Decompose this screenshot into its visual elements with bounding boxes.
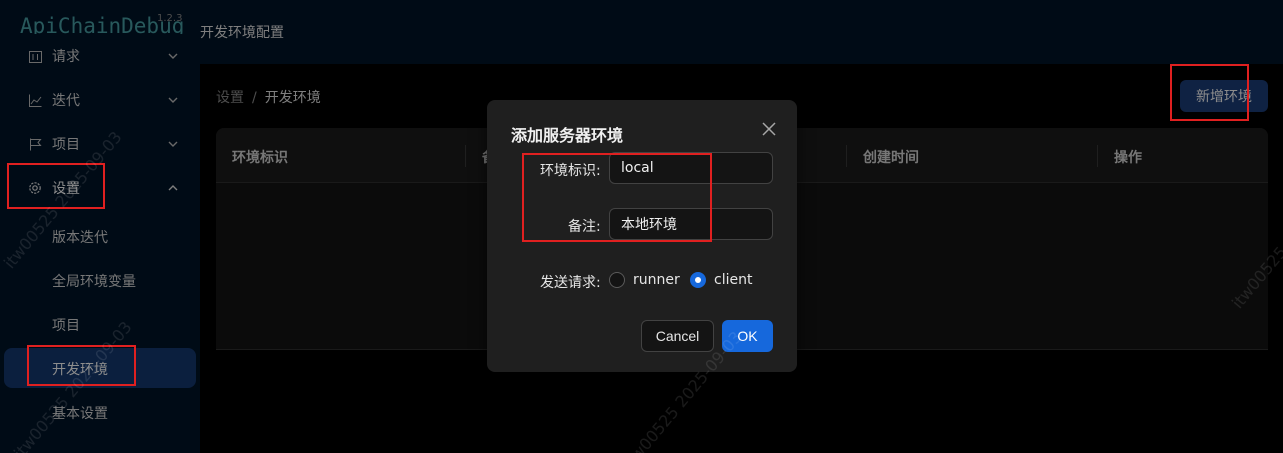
radio-button-checked[interactable] bbox=[690, 272, 706, 288]
annotation-box-add-env bbox=[1170, 64, 1249, 121]
radio-runner[interactable]: runner bbox=[609, 272, 680, 288]
radio-button[interactable] bbox=[609, 272, 625, 288]
modal-title: 添加服务器环境 bbox=[511, 126, 624, 145]
radio-label: client bbox=[714, 272, 753, 288]
cancel-button[interactable]: Cancel bbox=[641, 320, 714, 352]
send-request-label: 发送请求: bbox=[540, 275, 601, 291]
radio-label: runner bbox=[633, 272, 680, 288]
close-icon[interactable] bbox=[760, 120, 778, 138]
annotation-box-form-fields bbox=[522, 153, 712, 242]
radio-client[interactable]: client bbox=[690, 272, 752, 288]
